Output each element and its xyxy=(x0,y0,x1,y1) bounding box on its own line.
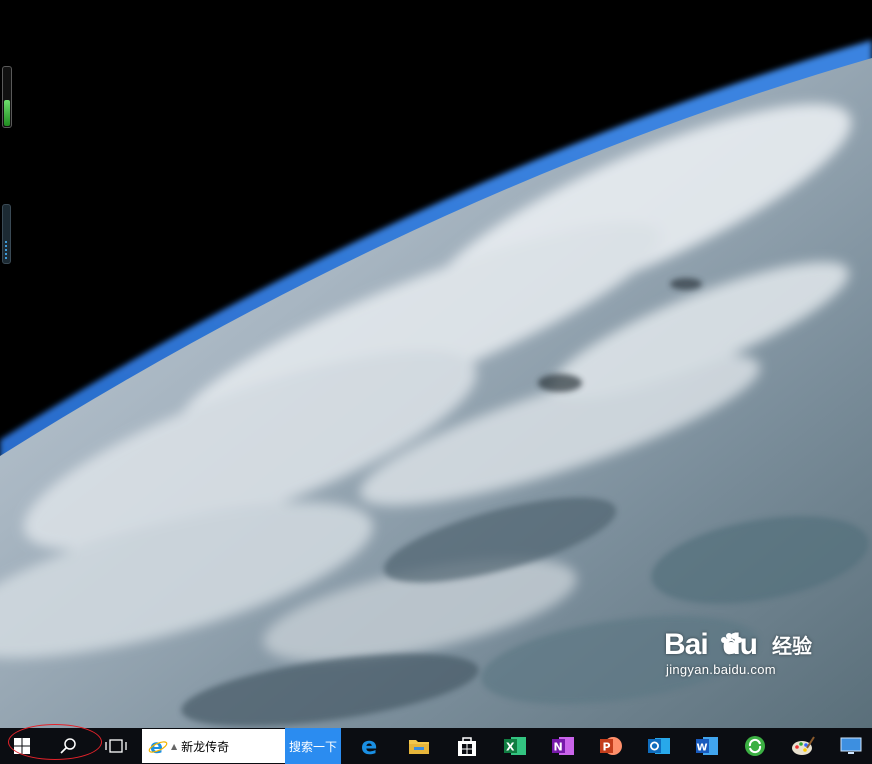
taskbar-app-paint[interactable] xyxy=(779,728,827,764)
paw-icon xyxy=(721,633,742,654)
edge-icon: e xyxy=(361,735,377,757)
word-icon: W xyxy=(696,737,718,755)
folder-icon xyxy=(409,740,429,754)
address-toolbar[interactable]: e ▲ 新龙传奇 xyxy=(142,729,285,763)
taskbar: e ▲ 新龙传奇 搜索一下 e X N P W xyxy=(0,728,872,764)
svg-text:X: X xyxy=(506,741,515,754)
earth-from-orbit-wallpaper xyxy=(0,0,872,728)
cpu-meter-gadget[interactable] xyxy=(2,66,12,128)
web-search-button[interactable]: 搜索一下 xyxy=(285,728,341,764)
chevron-down-icon[interactable]: ▲ xyxy=(171,742,177,751)
taskbar-app-excel[interactable]: X xyxy=(491,728,539,764)
taskbar-app-word[interactable]: W xyxy=(683,728,731,764)
green-circle-icon xyxy=(745,736,765,756)
jingyan-label: 经验 xyxy=(772,634,812,658)
computer-icon xyxy=(840,737,862,754)
taskbar-app-store[interactable] xyxy=(443,728,491,764)
search-button[interactable] xyxy=(44,728,92,764)
watermark-url: jingyan.baidu.com xyxy=(666,662,776,677)
network-meter-gadget[interactable] xyxy=(2,204,11,264)
excel-icon: X xyxy=(504,737,526,755)
taskbar-app-file-explorer[interactable] xyxy=(395,728,443,764)
taskbar-app-edge[interactable]: e xyxy=(347,728,395,764)
ie-icon: e xyxy=(148,736,168,756)
paint-icon xyxy=(792,736,815,755)
taskbar-app-onenote[interactable]: N xyxy=(539,728,587,764)
desktop-wallpaper: Bai du 经验 jingyan.baidu.com xyxy=(0,0,872,728)
outlook-icon xyxy=(648,738,670,754)
svg-text:e: e xyxy=(361,735,377,757)
onenote-icon: N xyxy=(552,737,574,755)
svg-text:P: P xyxy=(603,741,611,754)
task-view-button[interactable] xyxy=(92,728,140,764)
task-view-icon xyxy=(105,739,127,753)
start-button[interactable] xyxy=(0,728,44,764)
powerpoint-icon: P xyxy=(600,737,622,755)
windows-start-icon xyxy=(14,738,30,754)
address-input[interactable]: 新龙传奇 xyxy=(181,738,229,755)
svg-text:W: W xyxy=(697,743,708,754)
svg-text:N: N xyxy=(554,741,563,754)
search-icon xyxy=(60,738,76,754)
taskbar-app-computer[interactable] xyxy=(827,728,872,764)
baidu-jingyan-watermark: Bai du 经验 jingyan.baidu.com xyxy=(664,628,824,677)
taskbar-app-outlook[interactable] xyxy=(635,728,683,764)
store-icon xyxy=(458,737,476,756)
taskbar-app-360-browser[interactable] xyxy=(731,728,779,764)
baidu-logo: Bai du xyxy=(664,628,758,661)
taskbar-app-powerpoint[interactable]: P xyxy=(587,728,635,764)
